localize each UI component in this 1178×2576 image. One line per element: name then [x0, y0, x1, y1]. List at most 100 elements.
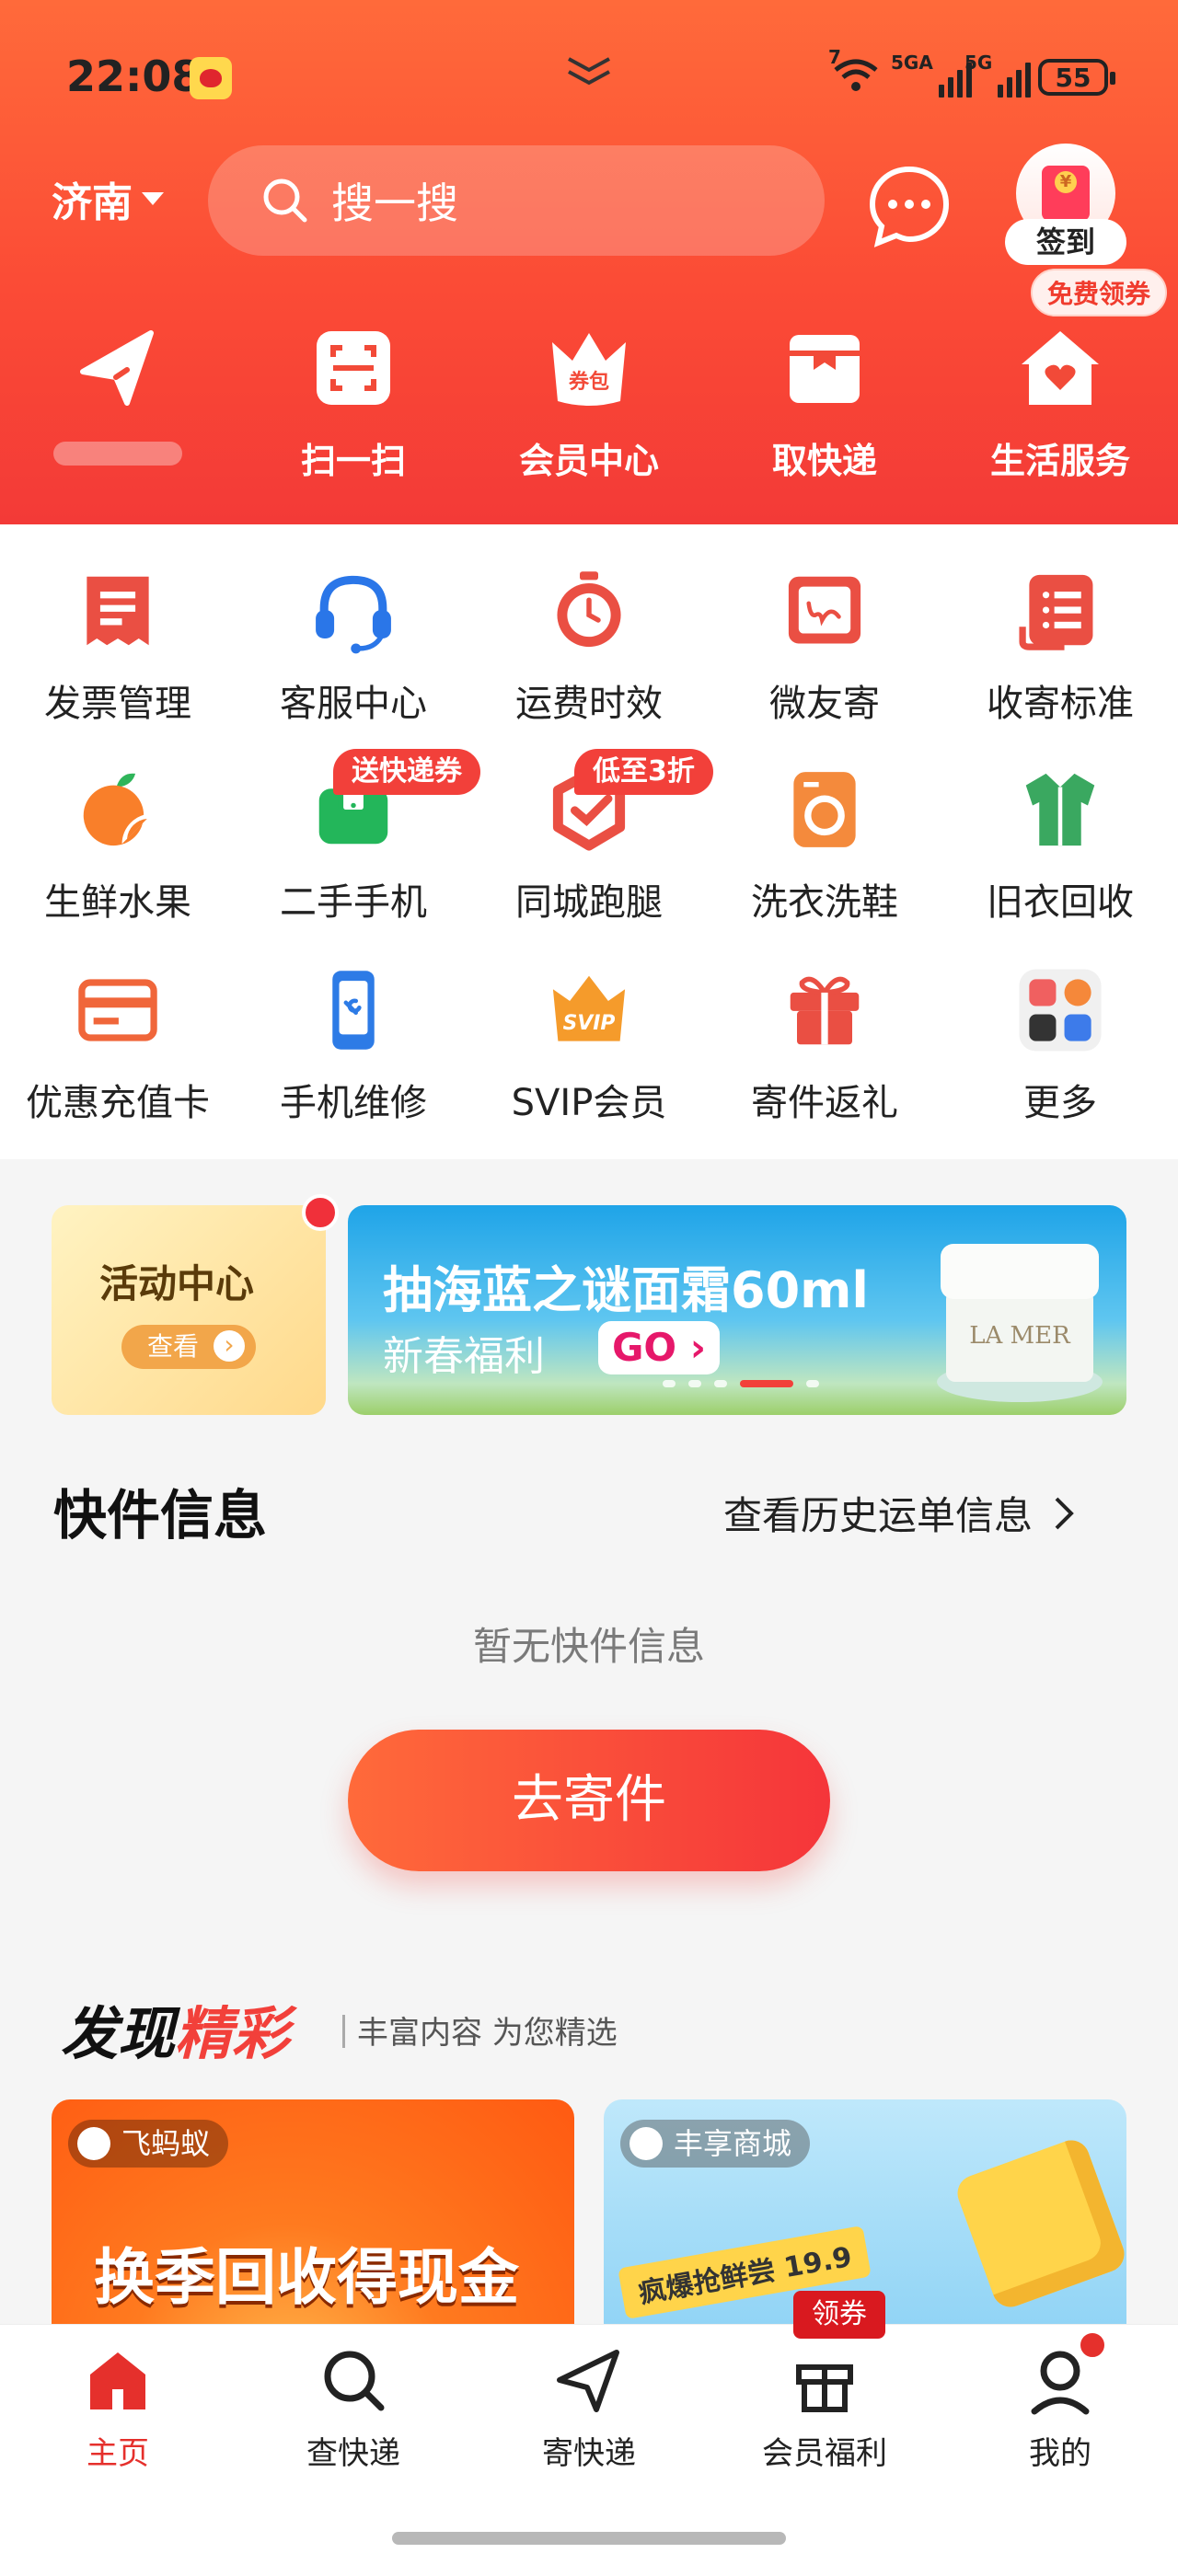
quick-actions: 扫一扫 券包 会员中心 取快递 生活服务 [0, 322, 1178, 506]
orange-icon [83, 773, 153, 846]
svg-text:SVIP: SVIP [563, 1012, 616, 1035]
signature-card-icon [788, 576, 861, 644]
banner-title: 抽海蓝之谜面霜60ml [383, 1261, 869, 1319]
service-shipping-standard[interactable]: 收寄标准 [942, 524, 1178, 727]
chevron-down-icon[interactable] [565, 53, 613, 90]
card-headline: 换季回收得现金 [94, 2242, 519, 2313]
svg-text:券包: 券包 [568, 370, 609, 394]
activity-center-title: 活动中心 [99, 1261, 255, 1306]
credit-card-icon [78, 979, 157, 1041]
service-customer-center[interactable]: 客服中心 [236, 524, 471, 727]
send-icon [80, 330, 154, 406]
banner-go-button[interactable]: GO › [598, 1321, 720, 1374]
status-time: 22:08 [66, 52, 202, 101]
empty-state-text: 暂无快件信息 [472, 1624, 705, 1669]
nav-home[interactable]: 主页 [0, 2343, 236, 2473]
gift-box-icon [796, 2364, 853, 2412]
wifi-label: 7 [828, 46, 841, 68]
shirt-icon [1025, 773, 1095, 846]
express-info-section: 快件信息 查看历史运单信息 暂无快件信息 去寄件 [0, 1435, 1178, 1950]
nav-track[interactable]: 查快递 [236, 2343, 471, 2473]
service-more[interactable]: 更多 [942, 924, 1178, 1126]
svip-crown-icon: SVIP [552, 975, 626, 1041]
service-wechat-send[interactable]: 微友寄 [707, 524, 942, 727]
signin-button[interactable]: 签到 [1005, 144, 1126, 280]
search-placeholder: 搜一搜 [331, 178, 458, 228]
scan-icon [317, 331, 390, 405]
svg-text:LA MER: LA MER [969, 1322, 1071, 1350]
search-bar[interactable]: 搜一搜 [208, 145, 825, 256]
quick-action-member-center[interactable]: 券包 会员中心 [471, 322, 707, 506]
coupon-badge: 领券 [793, 2291, 885, 2339]
card-source-tag: 飞蚂蚁 [68, 2120, 229, 2168]
chevron-right-icon [1055, 1497, 1074, 1529]
search-icon [324, 2351, 385, 2411]
history-link[interactable]: 查看历史运单信息 [723, 1485, 1075, 1541]
service-shipping-time[interactable]: 运费时效 [471, 524, 707, 727]
service-phone-repair[interactable]: 手机维修 [236, 924, 471, 1126]
product-image [952, 2134, 1126, 2313]
banner-pager [663, 1380, 819, 1387]
header: 22:08 7 5GA 5G 55 济南 搜一搜 ¥ 签到 免费领券 扫一扫 券… [0, 0, 1178, 524]
headset-icon [316, 575, 391, 654]
package-pickup-icon [790, 335, 860, 403]
battery-indicator: 55 [1038, 59, 1115, 96]
discover-card[interactable]: 飞蚂蚁 换季回收得现金 [52, 2099, 574, 2339]
activity-view-button[interactable]: 查看 [121, 1325, 256, 1369]
discover-subtitle: 丰富内容 为您精选 [342, 2007, 618, 2053]
activity-section: 活动中心 查看 抽海蓝之谜面霜60ml 新春福利 GO › LA MER [0, 1159, 1178, 1435]
banner-subtitle: 新春福利 [383, 1333, 545, 1380]
invoice-icon [87, 576, 149, 646]
member-crown-icon: 券包 [552, 333, 626, 406]
cell-signal-1: 5GA [891, 52, 972, 98]
service-send-gift[interactable]: 寄件返礼 [707, 924, 942, 1126]
home-heart-icon [1022, 331, 1099, 405]
service-laundry[interactable]: 洗衣洗鞋 [707, 723, 942, 926]
discover-title: 发现精彩 [61, 2000, 290, 2067]
weibo-notification-icon [190, 57, 232, 99]
quick-action-scan[interactable]: 扫一扫 [236, 322, 471, 506]
nav-member-benefits[interactable]: 会员福利 [707, 2343, 942, 2473]
signin-label: 签到 [1005, 219, 1126, 265]
phone-repair-icon [332, 971, 375, 1050]
quick-action-life-service[interactable]: 生活服务 [942, 322, 1178, 506]
stopwatch-icon [557, 571, 621, 648]
nav-send[interactable]: 寄快递 [471, 2343, 707, 2473]
service-clothes-recycle[interactable]: 旧衣回收 [942, 723, 1178, 926]
quick-action-pickup[interactable]: 取快递 [707, 322, 942, 506]
card-source-tag: 丰享商城 [620, 2120, 811, 2168]
activity-center-card[interactable]: 活动中心 查看 [52, 1205, 326, 1415]
more-grid-icon [1019, 969, 1102, 1052]
status-bar: 22:08 7 5GA 5G 55 [0, 0, 1178, 156]
search-icon [263, 178, 307, 223]
city-label: 济南 [52, 179, 133, 226]
service-grid: 发票管理 客服中心 运费时效 微友寄 收寄标准 生鲜水果 二手手机 同城跑腿 洗… [0, 524, 1178, 1159]
send-icon [557, 2350, 619, 2412]
caret-down-icon [142, 192, 164, 205]
notification-dot [302, 1194, 339, 1231]
cell-signal-2: 5G [964, 52, 1032, 98]
discover-section: 发现精彩 丰富内容 为您精选 飞蚂蚁 换季回收得现金 丰享商城 疯爆抢鲜尝 19… [0, 1950, 1178, 2339]
app-screen: 22:08 7 5GA 5G 55 济南 搜一搜 ¥ 签到 免费领券 扫一扫 券… [0, 0, 1178, 2576]
washer-icon [793, 772, 856, 847]
list-card-icon [1019, 574, 1093, 650]
express-info-title: 快件信息 [53, 1484, 268, 1547]
city-selector[interactable]: 济南 [52, 169, 164, 228]
nav-me[interactable]: 我的 [942, 2343, 1178, 2473]
quick-action-send[interactable] [0, 322, 236, 506]
quick-action-label-blurred [53, 442, 182, 466]
gift-icon [790, 976, 860, 1045]
service-svip[interactable]: SVIP SVIP会员 [471, 924, 707, 1126]
free-coupon-tag[interactable]: 免费领券 [1031, 269, 1168, 316]
promo-badge-used-phone: 送快递券 [333, 749, 480, 795]
send-package-button[interactable]: 去寄件 [348, 1730, 830, 1871]
home-indicator[interactable] [392, 2532, 786, 2545]
service-fresh-fruit[interactable]: 生鲜水果 [0, 723, 236, 926]
promo-badge-city-errand: 低至3折 [574, 749, 713, 795]
cream-jar-image: LA MER [937, 1244, 1103, 1402]
home-icon [90, 2352, 145, 2409]
message-icon[interactable] [867, 164, 952, 248]
notification-dot [1077, 2329, 1108, 2361]
service-invoice[interactable]: 发票管理 [0, 524, 236, 727]
service-recharge-card[interactable]: 优惠充值卡 [0, 924, 236, 1126]
